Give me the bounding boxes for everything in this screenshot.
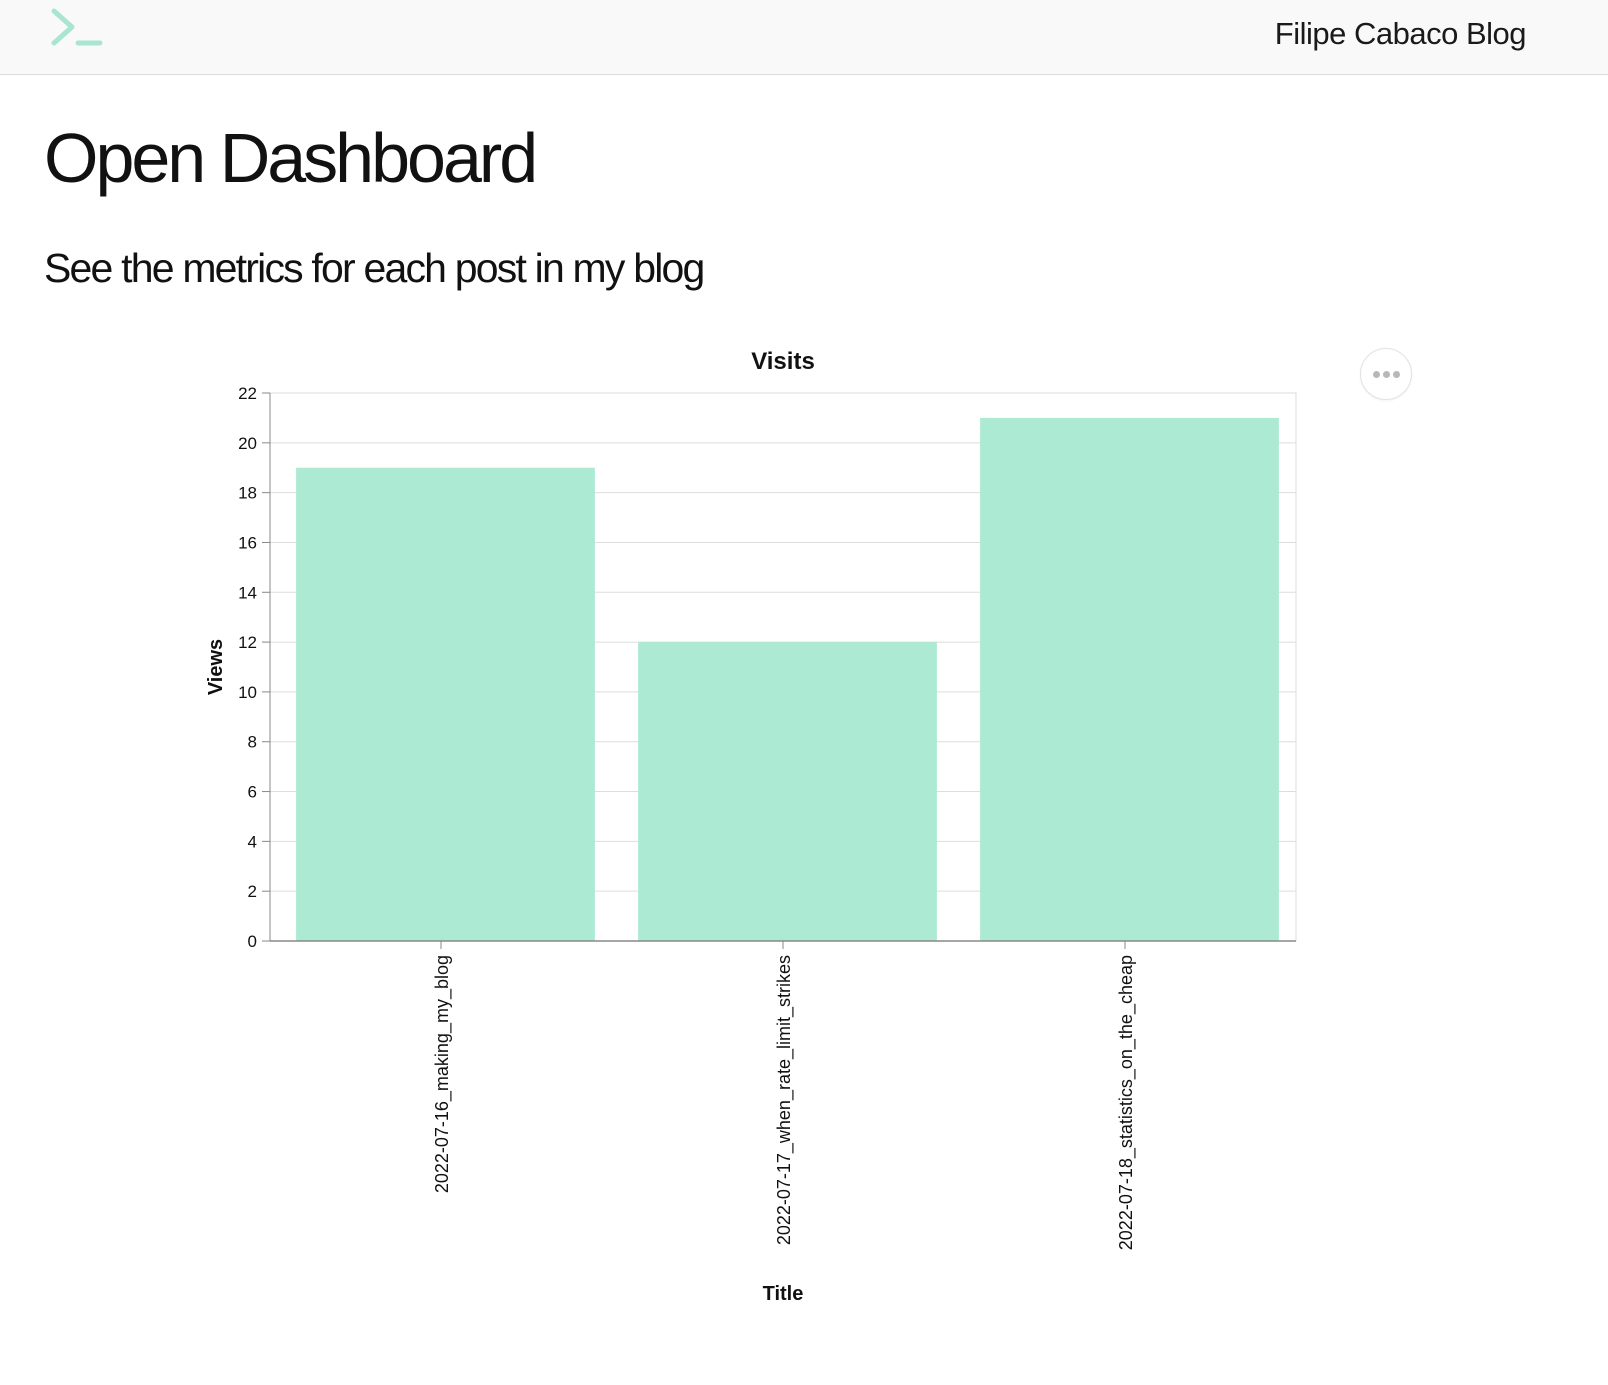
ellipsis-icon [1373,371,1380,378]
x-axis-title: Title [763,1283,804,1305]
chart-title: Visits [751,348,815,375]
visits-bar-chart: 0 2 4 6 8 10 12 14 16 18 20 22 2022-07-16_making_my_… [205,348,1297,1305]
y-tick-label: 10 [238,683,257,702]
x-tick-label: 2022-07-17_when_rate_limit_strikes [774,955,795,1245]
ellipsis-icon [1383,371,1390,378]
y-tick-label: 8 [248,733,257,752]
chart-actions-button[interactable] [1360,348,1412,400]
y-tick-label: 22 [238,384,257,403]
y-tick-label: 2 [248,882,257,901]
y-axis-title: Views [205,639,227,695]
bar [638,642,937,941]
bar [296,467,595,941]
bar [980,417,1279,942]
y-tick-label: 0 [248,932,257,951]
y-tick-label: 4 [248,832,257,851]
y-tick-label: 14 [238,583,257,602]
ellipsis-icon [1393,371,1400,378]
y-tick-label: 6 [248,783,257,802]
y-tick-label: 12 [238,633,257,652]
x-tick-label: 2022-07-16_making_my_blog [432,955,453,1193]
chart-container: 0 2 4 6 8 10 12 14 16 18 20 22 2022-07-16_making_my_… [0,0,1608,1380]
y-tick-label: 16 [238,533,257,552]
y-tick-label: 20 [238,434,257,453]
y-tick-label: 18 [238,484,257,503]
x-tick-label: 2022-07-18_statistics_on_the_cheap [1116,955,1137,1250]
